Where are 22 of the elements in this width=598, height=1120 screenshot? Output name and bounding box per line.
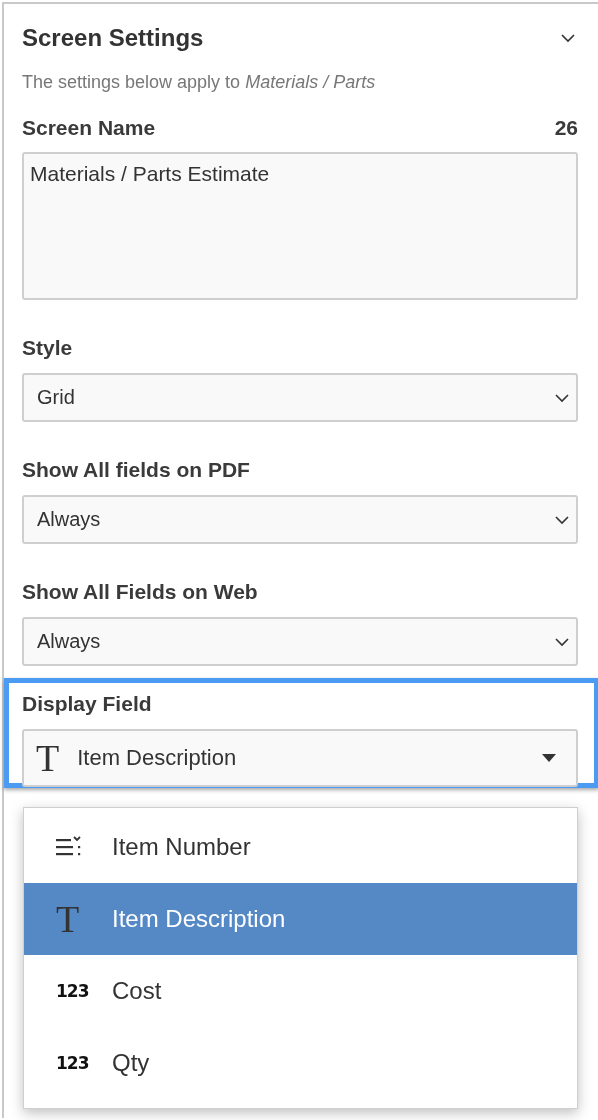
select-dropdown[interactable]: Always xyxy=(22,617,578,666)
field-label: Screen Name xyxy=(22,115,156,141)
select-dropdown[interactable]: Always xyxy=(22,495,578,544)
number-type-icon: 123 xyxy=(56,1053,89,1073)
menu-item[interactable]: Item Number xyxy=(24,811,577,883)
character-count: 26 xyxy=(554,115,578,141)
field-label: Style xyxy=(22,335,74,361)
menu-item[interactable]: T Item Description xyxy=(24,883,577,955)
field-label: Display Field xyxy=(22,691,153,717)
text-type-icon: T xyxy=(36,739,60,777)
description-text: The settings below apply to Materials / Parts xyxy=(22,72,377,93)
caret-icon xyxy=(542,754,556,762)
field-label: Show All fields on PDF xyxy=(22,457,251,483)
text-type-icon: T xyxy=(56,900,80,938)
menu-item[interactable]: 123 Qty xyxy=(24,1027,577,1099)
select-dropdown[interactable]: T Item Description xyxy=(22,729,578,787)
field-label: Show All Fields on Web xyxy=(22,579,259,605)
screen-name-field[interactable]: Materials / Parts Estimate xyxy=(22,152,578,300)
number-type-icon: 123 xyxy=(56,981,89,1001)
panel-title: Screen Settings xyxy=(22,24,204,52)
select-dropdown[interactable]: Grid xyxy=(22,373,578,422)
menu-item[interactable]: 123 Cost xyxy=(24,955,577,1027)
